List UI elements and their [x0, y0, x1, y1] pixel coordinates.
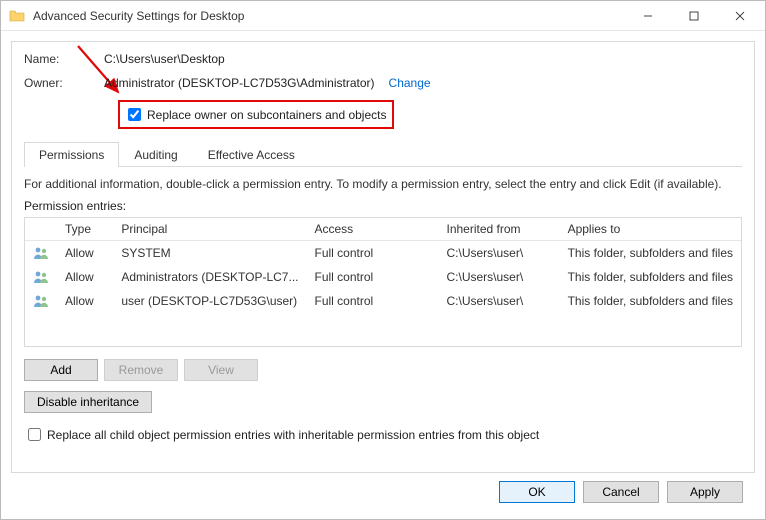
- cell-access: Full control: [307, 289, 439, 313]
- principal-icon: [25, 265, 57, 289]
- security-settings-window: Advanced Security Settings for Desktop: [0, 0, 766, 520]
- col-header-principal[interactable]: Principal: [113, 218, 306, 241]
- cell-applies: This folder, subfolders and files: [560, 289, 741, 313]
- cell-inherited: C:\Users\user\: [438, 241, 559, 266]
- cell-type: Allow: [57, 265, 113, 289]
- annotation-arrow: [70, 42, 130, 100]
- cell-access: Full control: [307, 265, 439, 289]
- permission-entries-table-wrap: Type Principal Access Inherited from App…: [24, 217, 742, 347]
- col-header-access[interactable]: Access: [307, 218, 439, 241]
- cell-type: Allow: [57, 289, 113, 313]
- permission-entries-table[interactable]: Type Principal Access Inherited from App…: [25, 218, 741, 313]
- col-header-type[interactable]: Type: [57, 218, 113, 241]
- tab-permissions[interactable]: Permissions: [24, 142, 119, 167]
- table-row[interactable]: Allowuser (DESKTOP-LC7D53G\user)Full con…: [25, 289, 741, 313]
- maximize-button[interactable]: [671, 2, 717, 30]
- owner-label: Owner:: [24, 76, 104, 90]
- replace-all-checkbox-row[interactable]: Replace all child object permission entr…: [24, 425, 742, 444]
- folder-icon: [9, 8, 25, 24]
- table-row[interactable]: AllowSYSTEMFull controlC:\Users\user\Thi…: [25, 241, 741, 266]
- cell-inherited: C:\Users\user\: [438, 265, 559, 289]
- principal-icon: [25, 241, 57, 266]
- window-buttons: [625, 2, 763, 30]
- entry-buttons-row: Add Remove View: [24, 359, 742, 381]
- dialog-footer-buttons: OK Cancel Apply: [11, 473, 755, 513]
- change-owner-link[interactable]: Change: [389, 76, 431, 90]
- permission-entries-label: Permission entries:: [24, 199, 742, 213]
- table-row[interactable]: AllowAdministrators (DESKTOP-LC7...Full …: [25, 265, 741, 289]
- tab-effective-access[interactable]: Effective Access: [193, 142, 310, 167]
- remove-button: Remove: [104, 359, 178, 381]
- owner-row: Owner: Administrator (DESKTOP-LC7D53G\Ad…: [24, 76, 742, 90]
- name-value: C:\Users\user\Desktop: [104, 52, 225, 66]
- replace-all-checkbox[interactable]: [28, 428, 41, 441]
- minimize-button[interactable]: [625, 2, 671, 30]
- cell-access: Full control: [307, 241, 439, 266]
- tab-auditing[interactable]: Auditing: [119, 142, 192, 167]
- col-header-applies[interactable]: Applies to: [560, 218, 741, 241]
- col-header-inherited[interactable]: Inherited from: [438, 218, 559, 241]
- cell-type: Allow: [57, 241, 113, 266]
- cell-inherited: C:\Users\user\: [438, 289, 559, 313]
- cell-principal: user (DESKTOP-LC7D53G\user): [113, 289, 306, 313]
- cancel-button[interactable]: Cancel: [583, 481, 659, 503]
- owner-value: Administrator (DESKTOP-LC7D53G\Administr…: [104, 76, 375, 90]
- view-button: View: [184, 359, 258, 381]
- tabs: Permissions Auditing Effective Access: [24, 141, 742, 167]
- principal-icon: [25, 289, 57, 313]
- replace-owner-checkbox-row[interactable]: Replace owner on subcontainers and objec…: [118, 100, 394, 129]
- apply-button[interactable]: Apply: [667, 481, 743, 503]
- cell-principal: SYSTEM: [113, 241, 306, 266]
- cell-applies: This folder, subfolders and files: [560, 241, 741, 266]
- cell-applies: This folder, subfolders and files: [560, 265, 741, 289]
- add-button[interactable]: Add: [24, 359, 98, 381]
- close-button[interactable]: [717, 2, 763, 30]
- ok-button[interactable]: OK: [499, 481, 575, 503]
- titlebar: Advanced Security Settings for Desktop: [1, 1, 765, 31]
- window-title: Advanced Security Settings for Desktop: [33, 9, 625, 23]
- info-text: For additional information, double-click…: [24, 177, 742, 191]
- replace-owner-label: Replace owner on subcontainers and objec…: [147, 108, 386, 122]
- name-label: Name:: [24, 52, 104, 66]
- cell-principal: Administrators (DESKTOP-LC7...: [113, 265, 306, 289]
- disable-inheritance-button[interactable]: Disable inheritance: [24, 391, 152, 413]
- replace-all-label: Replace all child object permission entr…: [47, 428, 539, 442]
- name-row: Name: C:\Users\user\Desktop: [24, 52, 742, 66]
- replace-owner-checkbox[interactable]: [128, 108, 141, 121]
